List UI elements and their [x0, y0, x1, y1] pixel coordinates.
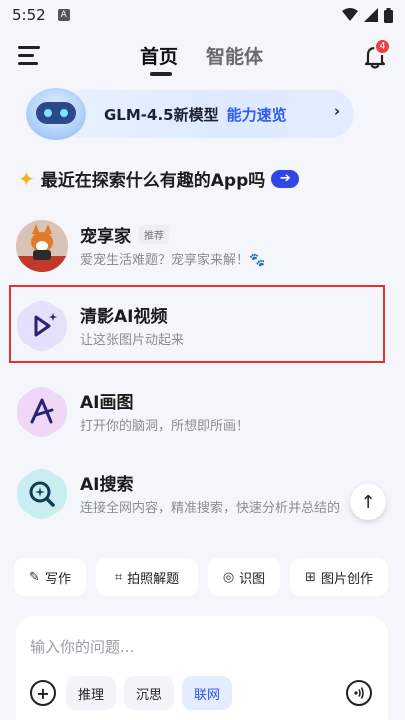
active-tab-indicator: [150, 72, 172, 76]
app-description: 连接全网内容，精准搜索，快速分析并总结的: [80, 501, 341, 516]
lens-icon: ◎: [222, 569, 235, 585]
menu-icon[interactable]: [18, 46, 42, 68]
recommend-tag: 推荐: [139, 225, 169, 244]
explore-text: 最近在探索什么有趣的App吗: [40, 171, 266, 191]
top-header: 首页 智能体 4: [0, 36, 405, 80]
app-title-text: 宠享家: [80, 227, 131, 247]
app-title: AI画图: [80, 393, 134, 413]
plus-icon: +: [36, 683, 50, 703]
chip-label: 写作: [44, 571, 71, 587]
pen-icon: ✎: [29, 569, 40, 585]
app-title: 宠享家 推荐: [80, 222, 169, 247]
pet-avatar-icon: [16, 220, 68, 272]
status-bar: 5:52 A: [0, 0, 405, 30]
chip-photo-solve[interactable]: ⌗ 拍照解题: [96, 558, 198, 596]
chip-label: 拍照解题: [127, 571, 180, 587]
chip-image-recognize[interactable]: ◎ 识图: [208, 558, 280, 596]
composer: 输入你的问题... + 推理 沉思 联网: [16, 616, 388, 720]
notification-button[interactable]: 4: [361, 38, 391, 70]
mode-web-search[interactable]: 联网: [182, 676, 232, 710]
app-title: 清影AI视频: [80, 307, 168, 327]
robot-mascot-icon: [26, 88, 86, 140]
banner-text: GLM-4.5新模型 能力速览: [104, 104, 287, 125]
wifi-icon: [342, 8, 358, 21]
draw-app-icon: [16, 386, 68, 438]
question-input[interactable]: 输入你的问题...: [30, 636, 134, 657]
app-title: AI搜索: [80, 475, 134, 495]
arrow-up-icon: ↑: [360, 491, 376, 513]
signal-icon: [364, 8, 378, 22]
tab-agents[interactable]: 智能体: [206, 42, 263, 69]
quick-actions: ✎ 写作 ⌗ 拍照解题 ◎ 识图 ⊞ 图片创作: [0, 558, 405, 598]
chip-image-create[interactable]: ⊞ 图片创作: [290, 558, 388, 596]
promo-banner[interactable]: GLM-4.5新模型 能力速览 ›: [14, 86, 354, 146]
list-item-video[interactable]: 清影AI视频 让这张图片动起来: [0, 298, 405, 368]
scroll-to-top-button[interactable]: ↑: [350, 484, 386, 520]
battery-icon: [384, 7, 393, 23]
voice-wave-icon: [354, 687, 364, 699]
video-app-icon: [16, 300, 68, 352]
mode-reasoning[interactable]: 推理: [66, 676, 116, 710]
status-time: 5:52: [12, 6, 46, 24]
app-description: 爱宠生活难题？宠享家来解！🐾: [80, 253, 266, 268]
banner-title: GLM-4.5新模型: [104, 106, 219, 124]
chip-writing[interactable]: ✎ 写作: [14, 558, 86, 596]
list-item-search[interactable]: AI搜索 连接全网内容，精准搜索，快速分析并总结的: [0, 466, 405, 536]
list-item-pet[interactable]: 宠享家 推荐 爱宠生活难题？宠享家来解！🐾: [0, 218, 405, 288]
search-app-icon: [16, 468, 68, 520]
explore-prompt[interactable]: ✦ 最近在探索什么有趣的App吗 ➔: [18, 166, 300, 191]
banner-link[interactable]: 能力速览: [227, 106, 287, 124]
list-item-draw[interactable]: AI画图 打开你的脑洞，所想即所画！: [0, 384, 405, 454]
app-description: 让这张图片动起来: [80, 333, 185, 348]
mode-deep-think[interactable]: 沉思: [124, 676, 174, 710]
chevron-right-icon: ›: [333, 102, 340, 120]
status-indicators: [342, 7, 393, 23]
chip-label: 图片创作: [320, 571, 373, 587]
notification-badge: 4: [374, 38, 391, 55]
chip-label: 识图: [239, 571, 266, 587]
app-description: 打开你的脑洞，所想即所画！: [80, 419, 250, 434]
arrow-right-icon: ➔: [271, 169, 300, 188]
image-create-icon: ⊞: [305, 569, 316, 585]
add-attachment-button[interactable]: +: [30, 680, 56, 706]
voice-input-button[interactable]: [346, 680, 372, 706]
tab-home[interactable]: 首页: [140, 42, 178, 69]
camera-solve-icon: ⌗: [114, 569, 123, 585]
status-app-icon: A: [57, 9, 70, 21]
sparkle-icon: ✦: [18, 166, 35, 191]
